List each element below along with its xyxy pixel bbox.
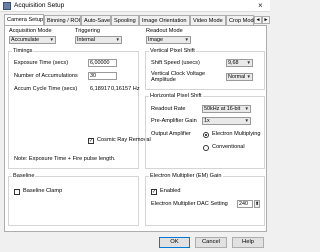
radio-selected-dot <box>205 134 207 136</box>
em-dac-input[interactable]: 240 <box>237 200 253 208</box>
cancel-button[interactable]: Cancel <box>195 237 227 248</box>
chevron-down-icon: ▼ <box>246 60 251 65</box>
triggering-value: Internal <box>77 37 95 43</box>
acquisition-mode-select[interactable]: Accumulate ▼ <box>9 36 56 44</box>
clock-voltage-value: Normal <box>228 74 246 80</box>
shift-speed-label: Shift Speed (usecs) <box>151 60 200 66</box>
exposure-time-input[interactable]: 6,00000 <box>88 59 117 67</box>
chevron-down-icon: ▼ <box>115 37 120 42</box>
tab-crop-mode[interactable]: Crop Mode <box>226 15 257 25</box>
readout-mode-value: Image <box>148 37 163 43</box>
em-gain-enabled-label: Enabled <box>160 188 181 194</box>
accum-cycle-value: 6,18917 <box>90 86 111 92</box>
baseline-title: Baseline <box>12 172 36 180</box>
horizontal-pixel-shift-group: Horizontal Pixel Shift Readout Rate 50kH… <box>145 92 265 169</box>
chevron-down-icon: ▼ <box>49 37 54 42</box>
horizontal-pixel-shift-title: Horizontal Pixel Shift <box>149 92 203 100</box>
readout-mode-label: Readout Mode <box>146 28 183 34</box>
timings-group: Timings Exposure Time (secs) 6,00000 Num… <box>8 47 151 169</box>
chevron-down-icon: ▼ <box>244 118 249 123</box>
cosmic-ray-label: Cosmic Ray Removal <box>97 137 151 143</box>
em-gain-enabled-checkbox[interactable]: ✓ <box>151 189 157 195</box>
checkmark-icon: ✓ <box>152 189 157 195</box>
timings-note: Note: Exposure Time + Fire pulse length. <box>14 156 116 162</box>
accumulations-label: Number of Accumulations <box>14 73 78 79</box>
checkmark-icon: ✓ <box>89 138 94 144</box>
app-icon <box>3 2 11 10</box>
preamp-gain-value: 1x <box>204 118 210 124</box>
accumulations-input[interactable]: 30 <box>88 72 117 80</box>
chevron-down-icon: ▼ <box>184 37 189 42</box>
radio-electron-multiplying[interactable] <box>203 132 209 138</box>
ok-button[interactable]: OK <box>159 237 190 248</box>
accum-cycle-label: Accum Cycle Time (secs) <box>14 86 78 92</box>
triggering-select[interactable]: Internal ▼ <box>75 36 122 44</box>
vertical-pixel-shift-group: Vertical Pixel Shift Shift Speed (usecs)… <box>145 47 265 90</box>
chevron-down-icon: ▼ <box>246 74 251 79</box>
close-icon[interactable]: × <box>258 1 263 10</box>
tab-video-mode[interactable]: Video Mode <box>190 15 226 25</box>
output-amplifier-label: Output Amplifier <box>151 131 191 137</box>
vertical-pixel-shift-title: Vertical Pixel Shift <box>149 47 196 55</box>
em-dac-label: Electron Multiplier DAC Setting <box>151 201 228 207</box>
clock-voltage-select[interactable]: Normal ▼ <box>226 73 253 81</box>
tab-auto-save[interactable]: Auto-Save <box>81 15 111 25</box>
radio-electron-multiplying-label: Electron Multiplying <box>212 131 261 137</box>
tab-scroll-left-icon[interactable]: ◄ <box>254 16 262 24</box>
readout-rate-label: Readout Rate <box>151 106 186 112</box>
tab-scroll-right-icon[interactable]: ► <box>262 16 270 24</box>
exposure-time-label: Exposure Time (secs) <box>14 60 69 66</box>
tab-spooling[interactable]: Spooling <box>111 15 139 25</box>
readout-rate-value: 50kHz at 16-bit <box>204 106 241 112</box>
shift-speed-value: 9,68 <box>228 60 239 66</box>
baseline-group: Baseline Baseline Clamp <box>8 172 139 226</box>
tab-image-orientation[interactable]: Image Orientation <box>139 15 190 25</box>
acquisition-mode-value: Accumulate <box>11 37 40 43</box>
baseline-clamp-checkbox[interactable] <box>14 189 20 195</box>
triggering-label: Triggering <box>75 28 100 34</box>
camera-setup-panel: Acquisition Mode Accumulate ▼ Triggering… <box>4 25 267 232</box>
baseline-clamp-label: Baseline Clamp <box>23 188 63 194</box>
chevron-down-icon: ▼ <box>244 106 249 111</box>
tab-binning-roi[interactable]: Binning / ROI <box>44 15 81 25</box>
em-dac-spinner-icon[interactable]: ⬍ <box>254 200 260 208</box>
em-gain-group: Electron Multiplier (EM) Gain ✓ Enabled … <box>145 172 265 226</box>
preamp-gain-select[interactable]: 1x ▼ <box>202 117 251 125</box>
preamp-gain-label: Pre-Amplifier Gain <box>151 118 197 124</box>
radio-conventional-label: Conventional <box>212 144 245 150</box>
readout-rate-select[interactable]: 50kHz at 16-bit ▼ <box>202 105 251 113</box>
accum-cycle-frequency: 0,16157 Hz <box>111 86 140 92</box>
shift-speed-select[interactable]: 9,68 ▼ <box>226 59 253 67</box>
timings-title: Timings <box>12 47 34 55</box>
radio-conventional[interactable] <box>203 145 209 151</box>
window-title: Acquisition Setup <box>14 2 65 9</box>
acquisition-mode-label: Acquisition Mode <box>9 28 52 34</box>
help-button[interactable]: Help <box>232 237 264 248</box>
clock-voltage-label-line2: Amplitude <box>151 77 176 83</box>
em-gain-title: Electron Multiplier (EM) Gain <box>149 172 223 180</box>
readout-mode-select[interactable]: Image ▼ <box>146 36 191 44</box>
cosmic-ray-checkbox[interactable]: ✓ <box>88 138 94 144</box>
